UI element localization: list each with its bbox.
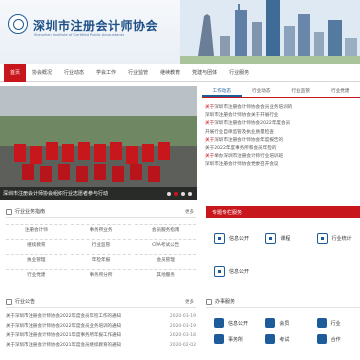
service-link[interactable]: 行业监管 — [70, 239, 132, 250]
notice-item[interactable]: 关于深圳市注册会计师协会2021年度事务所年报工作通知 2020-03-18 — [6, 331, 196, 341]
special-item[interactable]: 课程 — [257, 222, 308, 255]
special-item[interactable]: 信息公开 — [206, 255, 257, 288]
photo-slider[interactable]: 深圳市注册会计师协会组织行业志愿者参与行动 — [0, 86, 197, 200]
document-icon — [214, 266, 225, 277]
book-icon — [316, 318, 327, 328]
service-link[interactable]: 会员管理 — [135, 254, 196, 265]
volunteer-group-photo — [0, 86, 197, 200]
nav-item-services[interactable]: 行业服务 — [223, 64, 255, 82]
service-link[interactable]: 会员服务指南 — [135, 224, 196, 235]
nav-item-supervision[interactable]: 行业监管 — [122, 64, 154, 82]
main-nav: 首页 协会概况 行业动态 学会工作 行业监管 继续教育 党建与团体 行业服务 — [0, 63, 360, 82]
notice-item[interactable]: 关于深圳市注册会计师协会2022年度会员业务培训的通知 2020-03-19 — [6, 322, 196, 332]
info-icon — [214, 318, 224, 328]
news-item[interactable]: 关于2022年度事务所和会员年检的 — [205, 145, 357, 153]
service-link[interactable]: 事务所业务 — [70, 224, 132, 235]
notices-more-link[interactable]: 更多 — [185, 299, 194, 305]
nav-item-about[interactable]: 协会概况 — [26, 64, 58, 82]
service-link[interactable]: 事务所分所 — [70, 269, 132, 280]
bell-icon — [6, 298, 12, 305]
notice-list: 关于深圳市注册会计师协会2022年度会员年检工作的通知 2020-03-19 关于… — [6, 312, 196, 350]
pen-icon — [214, 233, 225, 244]
news-item[interactable]: 深圳市注册会计师协会党委召开会议 — [205, 161, 357, 169]
news-item[interactable]: 关于深圳市注册会计师协会会员业务培训的 — [205, 104, 357, 112]
news-item[interactable]: 关于举办深圳市注册会计师行业培训班 — [205, 153, 357, 161]
news-panel: 工作动态 行业动态 行业监管 行业党建 关于深圳市注册会计师协会会员业务培训的 … — [202, 86, 360, 200]
document-icon — [6, 208, 12, 215]
site-subtitle: Shenzhen Institute of Certified Public A… — [34, 33, 125, 37]
special-item[interactable]: 行业统计 — [309, 222, 360, 255]
tab-party[interactable]: 行业党建 — [321, 86, 360, 97]
special-title: 专题专栏服务 — [212, 210, 243, 216]
tab-industry-news[interactable]: 行业动态 — [242, 86, 282, 97]
special-grid: 信息公开 课程 行业统计 信息公开 — [206, 222, 360, 288]
services-header: 行业业务指南 更多 — [6, 206, 196, 218]
affairs-item[interactable]: 事务所 — [206, 334, 257, 344]
nav-item-party[interactable]: 党建与团体 — [186, 64, 223, 82]
news-item[interactable]: 开展行业自律监管及执业质量检查 — [205, 129, 357, 137]
service-icon — [206, 298, 212, 305]
news-item[interactable]: 关于深圳市注册会计师协会年度报告的 — [205, 137, 357, 145]
news-list: 关于深圳市注册会计师协会会员业务培训的 深圳市注册会计师协会关于开展行业 关于深… — [202, 98, 360, 170]
slider-dot[interactable] — [181, 192, 185, 196]
service-link[interactable]: 继续教育 — [6, 239, 67, 250]
cap-icon — [265, 318, 276, 328]
site-header: 深圳市注册会计师协会 Shenzhen Institute of Certifi… — [0, 0, 360, 64]
affairs-header: 办事服务 — [206, 296, 360, 308]
service-link[interactable]: CPA考试公告 — [135, 239, 196, 250]
slider-dot[interactable] — [188, 192, 192, 196]
service-link[interactable]: 执业管理 — [6, 254, 67, 265]
nav-item-industry-news[interactable]: 行业动态 — [58, 64, 90, 82]
slider-caption[interactable]: 深圳市注册会计师协会组织行业志愿者参与行动 — [3, 190, 108, 197]
services-title: 行业业务指南 — [15, 209, 46, 215]
affairs-item[interactable]: 考试 — [257, 334, 308, 344]
nav-item-home[interactable]: 首页 — [4, 63, 27, 82]
handshake-icon — [316, 334, 327, 344]
special-header: 专题专栏服务 — [206, 206, 360, 218]
news-tabs: 工作动态 行业动态 行业监管 行业党建 — [202, 86, 360, 98]
nav-item-education[interactable]: 继续教育 — [154, 64, 186, 82]
chart-icon — [316, 233, 328, 244]
exam-icon — [265, 334, 276, 344]
monitor-icon — [265, 233, 277, 244]
notice-item[interactable]: 关于深圳市注册会计师协会2021年度会员继续教育的通知 2020-02-02 — [6, 341, 196, 351]
affairs-grid: 信息公开 会员 行业 事务所 考试 合作 — [206, 318, 360, 344]
slider-dot[interactable] — [167, 192, 171, 196]
services-grid: 注册会计师 事务所业务 会员服务指南 继续教育 行业监管 CPA考试公告 执业管… — [6, 224, 196, 280]
slider-dot-active[interactable] — [174, 192, 178, 196]
notice-item[interactable]: 关于深圳市注册会计师协会2022年度会员年检工作的通知 2020-03-19 — [6, 312, 196, 322]
special-item[interactable]: 信息公开 — [206, 222, 257, 255]
tab-supervision[interactable]: 行业监管 — [281, 86, 321, 97]
news-item[interactable]: 深圳市注册会计师协会关于开展行业 — [205, 112, 357, 120]
affairs-item[interactable]: 会员 — [257, 318, 308, 328]
service-link[interactable]: 年检年报 — [70, 254, 132, 265]
slider-dots — [167, 192, 192, 196]
affairs-item[interactable]: 信息公开 — [206, 318, 257, 328]
tab-work-news[interactable]: 工作动态 — [202, 86, 242, 97]
affairs-item[interactable]: 合作 — [309, 334, 360, 344]
news-item[interactable]: 关于深圳市注册会计师协会2022年度会员 — [205, 120, 357, 128]
service-link[interactable]: 其他服务 — [135, 269, 196, 280]
site-title[interactable]: 深圳市注册会计师协会 — [33, 17, 158, 34]
affairs-title: 办事服务 — [215, 299, 236, 305]
service-link[interactable]: 行业党建 — [6, 269, 67, 280]
notices-title: 行业公告 — [15, 299, 36, 305]
nav-item-work[interactable]: 学会工作 — [90, 64, 122, 82]
city-skyline-banner — [180, 0, 360, 64]
service-link[interactable]: 注册会计师 — [6, 224, 67, 235]
association-logo[interactable] — [8, 14, 28, 34]
affairs-item[interactable]: 行业 — [309, 318, 360, 328]
services-more-link[interactable]: 更多 — [185, 209, 194, 215]
folder-icon — [214, 334, 224, 344]
notices-header: 行业公告 更多 — [6, 296, 196, 308]
